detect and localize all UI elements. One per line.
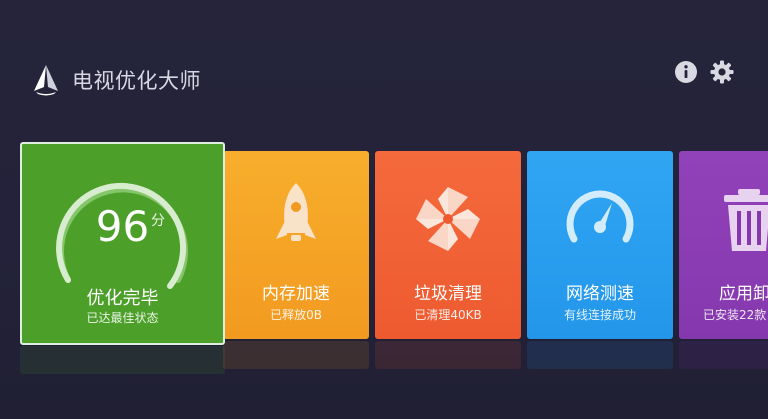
optimize-card-reflection (20, 346, 225, 374)
pinwheel-icon (416, 187, 480, 251)
feature-cards: 内存加速 已释放0B 垃圾清理 已清理40KB 网络测速 有线连接成功 应用卸 … (0, 142, 768, 374)
app-title: 电视优化大师 (72, 69, 201, 93)
app-uninstall-label: 应用卸 (719, 284, 768, 304)
memory-boost-label: 内存加速 (262, 284, 330, 304)
trash-icon (724, 189, 768, 251)
memory-boost-status: 已释放0B (270, 308, 322, 322)
app-uninstall-status: 已安装22款 (703, 308, 767, 322)
memory-boost-card[interactable]: 内存加速 已释放0B (223, 151, 369, 339)
uninstall-card-reflection (679, 341, 768, 369)
memory-card-reflection (223, 341, 369, 369)
paper-boat-icon (34, 65, 58, 96)
speedometer-icon (566, 190, 634, 243)
optimize-status: 已达最佳状态 (86, 311, 159, 325)
optimize-label: 优化完毕 (86, 288, 159, 309)
network-speed-status: 有线连接成功 (563, 308, 636, 322)
junk-clean-label: 垃圾清理 (414, 284, 482, 304)
tv-optimizer-screen: 电视优化大师 内存加速 已释放0B 垃圾清理 已清理40KB 网络测速 有线连接… (0, 0, 768, 419)
junk-clean-card[interactable]: 垃圾清理 已清理40KB (375, 151, 521, 339)
app-header: 电视优化大师 (30, 62, 201, 98)
info-icon[interactable] (674, 60, 698, 84)
rocket-icon (276, 183, 316, 241)
junk-clean-status: 已清理40KB (414, 308, 482, 322)
app-uninstall-card[interactable]: 应用卸 已安装22款 (679, 151, 768, 339)
network-speed-card[interactable]: 网络测速 有线连接成功 (527, 151, 673, 339)
optimization-score: 96 (95, 202, 150, 251)
speed-card-reflection (527, 341, 673, 369)
network-speed-label: 网络测速 (566, 284, 634, 304)
gear-icon[interactable] (710, 60, 734, 84)
junk-card-reflection (375, 341, 521, 369)
top-actions (674, 60, 734, 84)
score-unit: 分 (151, 213, 165, 229)
optimize-card[interactable]: 96 分 优化完毕 已达最佳状态 (20, 142, 225, 345)
